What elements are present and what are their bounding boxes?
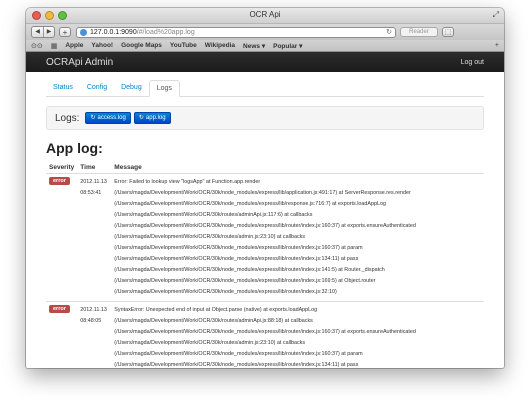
app-brand[interactable]: OCRApi Admin — [46, 57, 113, 68]
share-button[interactable]: ⬚ — [442, 27, 454, 37]
bookmark-item[interactable]: Apple — [65, 42, 83, 49]
column-header-time: Time — [77, 162, 112, 174]
reload-icon[interactable]: ↻ — [386, 28, 392, 36]
access-log-label: access.log — [97, 115, 126, 121]
log-time: 08:48:05 — [80, 318, 102, 324]
reading-list-icon[interactable]: ⊙⊙ — [31, 42, 43, 50]
url-host: 127.0.0.1:9090 — [90, 28, 137, 36]
message-cell: SyntaxError: Unexpected end of input at … — [111, 301, 484, 368]
window-title: OCR Api — [249, 10, 281, 19]
severity-badge: error — [49, 305, 70, 313]
url-path: /#/load%20app.log — [136, 28, 195, 36]
message-cell: Error: Failed to lookup view "logsApp" a… — [111, 173, 484, 302]
table-row: error 2012.11.13 08:53:41 Error: Failed to … — [46, 173, 484, 302]
reader-button[interactable]: Reader — [400, 27, 438, 37]
message-line: (/Users/magda/Development/Work/OCR/30k/n… — [114, 201, 386, 207]
message-line: (/Users/magda/Development/Work/OCR/30k/r… — [114, 318, 313, 324]
severity-cell: error — [46, 173, 78, 302]
browser-window: OCR Api ⤢ ◀ ▶ + 127.0.0.1:9090/#/load%20… — [26, 8, 504, 368]
table-row: error 2012.11.13 08:48:05 SyntaxError: Unex… — [46, 301, 484, 368]
page-content: Status Config Debug Logs Logs: ↻ access.… — [26, 80, 504, 368]
severity-cell: error — [46, 301, 78, 368]
log-date: 2012.11.13 — [80, 179, 107, 185]
app-log-label: app.log — [145, 115, 166, 121]
bookmark-item[interactable]: Yahoo! — [91, 42, 113, 49]
address-bar[interactable]: 127.0.0.1:9090/#/load%20app.log ↻ — [76, 26, 396, 38]
refresh-icon: ↻ — [138, 115, 144, 121]
message-line: (/Users/magda/Development/Work/OCR/30k/n… — [114, 289, 337, 295]
logs-label: Logs: — [55, 112, 80, 124]
log-date: 2012.11.13 — [80, 307, 107, 313]
time-cell: 2012.11.13 08:53:41 — [77, 173, 112, 302]
message-line: SyntaxError: Unexpected end of input at … — [114, 307, 318, 313]
time-cell: 2012.11.13 08:48:05 — [77, 301, 112, 368]
message-line: (/Users/magda/Development/Work/OCR/30k/n… — [114, 256, 359, 262]
logout-link[interactable]: Log out — [461, 59, 484, 66]
message-line: (/Users/magda/Development/Work/OCR/30k/n… — [114, 223, 416, 229]
back-icon[interactable]: ◀ — [32, 27, 43, 37]
message-line: (/Users/magda/Development/Work/OCR/30k/n… — [114, 351, 363, 357]
message-line: (/Users/magda/Development/Work/OCR/30k/n… — [114, 362, 359, 368]
tab-logs[interactable]: Logs — [148, 80, 180, 97]
message-line: (/Users/magda/Development/Work/OCR/30k/r… — [114, 234, 306, 240]
add-bookmark-button[interactable]: + — [59, 27, 71, 37]
tab-config[interactable]: Config — [80, 80, 114, 96]
title-bar: OCR Api ⤢ — [26, 8, 504, 24]
browser-toolbar: ◀ ▶ + 127.0.0.1:9090/#/load%20app.log ↻ … — [26, 24, 504, 40]
message-line: (/Users/magda/Development/Work/OCR/30k/r… — [114, 212, 313, 218]
message-line: Error: Failed to lookup view "logsApp" a… — [114, 179, 261, 185]
column-header-severity: Severity — [46, 162, 78, 174]
top-sites-icon[interactable]: ▦ — [51, 42, 58, 50]
site-icon — [80, 28, 87, 36]
column-header-message: Message — [111, 162, 484, 174]
page-title: App log: — [46, 140, 103, 156]
bookmarks-overflow-icon[interactable]: + — [495, 42, 499, 49]
bookmark-item[interactable]: News ▾ — [243, 42, 265, 50]
nav-tabs: Status Config Debug Logs — [46, 80, 484, 97]
log-table-body: error 2012.11.13 08:53:41 Error: Failed to … — [46, 173, 484, 368]
message-line: (/Users/magda/Development/Work/OCR/30k/r… — [114, 340, 306, 346]
log-table: Severity Time Message error 2012.11.13 08:… — [46, 162, 484, 368]
logs-selector: Logs: ↻ access.log ↻ app.log — [46, 106, 484, 130]
app-navbar: OCRApi Admin Log out — [26, 52, 504, 72]
table-header-row: Severity Time Message — [46, 162, 484, 174]
severity-badge: error — [49, 177, 70, 185]
message-line: (/Users/magda/Development/Work/OCR/30k/n… — [114, 190, 411, 196]
tab-status[interactable]: Status — [46, 80, 80, 96]
bookmarks-bar: ⊙⊙ ▦ Apple Yahoo! Google Maps YouTube Wi… — [26, 40, 504, 52]
message-line: (/Users/magda/Development/Work/OCR/30k/n… — [114, 245, 363, 251]
app-log-button[interactable]: ↻ app.log — [133, 112, 171, 124]
fullscreen-icon[interactable]: ⤢ — [493, 10, 499, 20]
message-line: (/Users/magda/Development/Work/OCR/30k/n… — [114, 278, 376, 284]
refresh-icon: ↻ — [90, 115, 96, 121]
bookmark-item[interactable]: Google Maps — [121, 42, 162, 49]
bookmark-item[interactable]: YouTube — [170, 42, 197, 49]
log-time: 08:53:41 — [80, 190, 102, 196]
message-line: (/Users/magda/Development/Work/OCR/30k/n… — [114, 329, 416, 335]
history-buttons: ◀ ▶ — [31, 26, 55, 38]
tab-debug[interactable]: Debug — [114, 80, 149, 96]
bookmark-item[interactable]: Popular ▾ — [273, 42, 302, 50]
access-log-button[interactable]: ↻ access.log — [85, 112, 131, 124]
forward-icon[interactable]: ▶ — [43, 27, 54, 37]
bookmark-item[interactable]: Wikipedia — [205, 42, 235, 49]
message-line: (/Users/magda/Development/Work/OCR/30k/n… — [114, 267, 385, 273]
